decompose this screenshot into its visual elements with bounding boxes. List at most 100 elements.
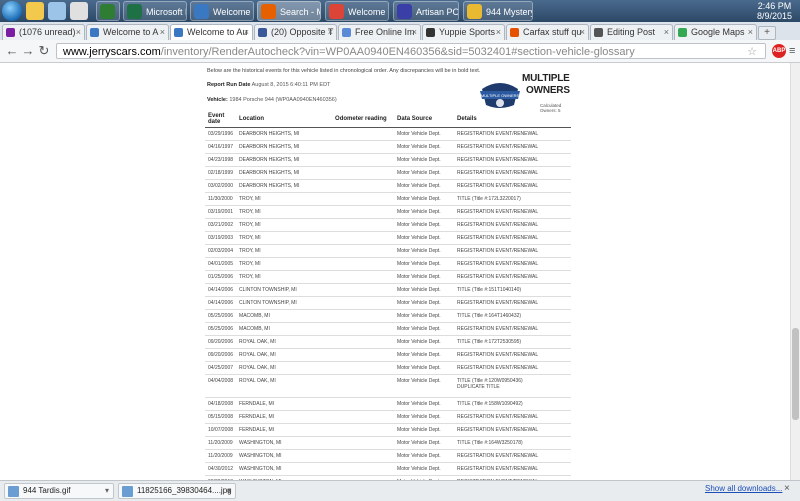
cell-data-source-text: Motor Vehicle Dept. — [397, 414, 441, 420]
new-tab-button[interactable]: + — [758, 26, 776, 40]
taskbar-button[interactable]: Artisan POS Delux... — [393, 1, 459, 21]
cell-odometer — [332, 449, 395, 463]
cell-event-date-text: 03/19/2001 — [208, 209, 234, 215]
cell-location-text: MACOMB, MI — [239, 326, 270, 332]
cell-location-text: WASHINGTON, MI — [239, 466, 282, 472]
tab-close-icon[interactable]: × — [76, 25, 81, 40]
cell-location: MACOMB, MI — [236, 309, 333, 323]
clock-time: 2:46 PM — [757, 1, 792, 11]
cell-event-date-text: 04/14/2006 — [208, 287, 234, 293]
cell-event-date-text: 04/01/2005 — [208, 261, 234, 267]
adblock-icon[interactable]: ABP — [772, 44, 786, 58]
address-bar[interactable]: www.jerryscars.com/inventory/RenderAutoc… — [56, 43, 766, 59]
media-icon[interactable] — [70, 2, 88, 20]
download-item[interactable]: 944 Tardis.gif ▾ — [4, 483, 114, 499]
reload-icon[interactable]: ↻ — [36, 43, 52, 59]
cell-odometer — [332, 436, 395, 450]
cell-event-date-text: 01/25/2006 — [208, 274, 234, 280]
cell-details-text: REGISTRATION EVENT/RENEWAL — [457, 248, 539, 254]
table-row: 04/16/1997 DEARBORN HEIGHTS, MI Motor Vehi… — [205, 140, 571, 154]
cell-location: TROY, MI — [236, 205, 333, 219]
start-button[interactable] — [2, 1, 22, 21]
tab-label: Yuppie Sports — [439, 27, 496, 37]
cell-data-source: Motor Vehicle Dept. — [394, 335, 455, 349]
cell-data-source: Motor Vehicle Dept. — [394, 423, 455, 437]
shield-label: MULTIPLE OWNERS — [481, 93, 520, 98]
taskbar-button[interactable]: Search - Mozilla F... — [257, 1, 321, 21]
cell-data-source: Motor Vehicle Dept. — [394, 436, 455, 450]
browser-tab[interactable]: Yuppie Sports × — [422, 24, 505, 40]
tab-close-icon[interactable]: × — [328, 25, 333, 40]
vehicle-info: Vehicle: 1984 Porsche 944 (WP0AA0940EN46… — [207, 97, 337, 103]
browser-tab[interactable]: Free Online Im × — [338, 24, 421, 40]
tab-close-icon[interactable]: × — [748, 25, 753, 40]
download-item[interactable]: 11825166_39830464....jpg ▾ — [118, 483, 236, 499]
cell-data-source: Motor Vehicle Dept. — [394, 205, 455, 219]
taskbar-button-label: 944 Mystery - Paint — [486, 7, 533, 17]
cell-data-source-text: Motor Vehicle Dept. — [397, 196, 441, 202]
tab-close-icon[interactable]: × — [496, 25, 501, 40]
chevron-down-icon[interactable]: ▾ — [227, 484, 231, 498]
browser-tab[interactable]: Editing Post × — [590, 24, 673, 40]
cell-odometer — [332, 127, 395, 141]
browser-tab[interactable]: (20) Opposite T × — [254, 24, 337, 40]
taskbar-button[interactable]: Microsoft Excel n... — [123, 1, 187, 21]
show-all-downloads-link[interactable]: Show all downloads... — [705, 484, 782, 493]
cell-details: REGISTRATION EVENT/RENEWAL — [454, 140, 571, 154]
cell-details: REGISTRATION EVENT/RENEWAL — [454, 270, 571, 284]
cell-data-source-text: Motor Vehicle Dept. — [397, 274, 441, 280]
vertical-scrollbar[interactable] — [790, 63, 800, 480]
cell-location-text: ROYAL OAK, MI — [239, 339, 276, 345]
cell-odometer — [332, 462, 395, 476]
cell-event-date-text: 04/04/2008 — [208, 378, 234, 384]
cell-event-date-text: 04/23/1998 — [208, 157, 234, 163]
bookmark-star-icon[interactable]: ☆ — [747, 44, 757, 60]
browser-tab[interactable]: Google Maps × — [674, 24, 757, 40]
chevron-down-icon[interactable]: ▾ — [105, 484, 109, 498]
cell-data-source-text: Motor Vehicle Dept. — [397, 401, 441, 407]
browser-tab[interactable]: Welcome to A × — [86, 24, 169, 40]
browser-tab[interactable]: Welcome to Au × — [170, 24, 253, 40]
scrollbar-thumb[interactable] — [792, 328, 799, 420]
app-icon — [397, 4, 412, 19]
tab-close-icon[interactable]: × — [580, 25, 585, 40]
taskbar-button[interactable]: Welcome to Auto... — [325, 1, 389, 21]
cell-data-source-text: Motor Vehicle Dept. — [397, 170, 441, 176]
tab-close-icon[interactable]: × — [412, 25, 417, 40]
menu-icon[interactable]: ≡ — [789, 44, 798, 58]
back-icon[interactable]: ← — [4, 43, 20, 59]
forward-icon[interactable]: → — [20, 43, 36, 59]
cell-location-text: CLINTON TOWNSHIP, MI — [239, 287, 297, 293]
tab-close-icon[interactable]: × — [664, 25, 669, 40]
cell-event-date: 03/21/2002 — [205, 218, 237, 232]
cell-details: REGISTRATION EVENT/RENEWAL — [454, 179, 571, 193]
cell-event-date: 03/19/2001 — [205, 205, 237, 219]
taskbar-button[interactable]: 944 Mystery - Paint — [463, 1, 533, 21]
close-icon[interactable]: × — [784, 483, 790, 494]
tab-close-icon[interactable]: × — [160, 25, 165, 40]
cell-location-text: TROY, MI — [239, 196, 261, 202]
cell-details: REGISTRATION EVENT/RENEWAL — [454, 361, 571, 375]
browser-tab[interactable]: Carfax stuff qu × — [506, 24, 589, 40]
table-row: 10/07/2008 FERNDALE, MI Motor Vehicle Dept… — [205, 423, 571, 437]
cell-data-source-text: Motor Vehicle Dept. — [397, 209, 441, 215]
cell-data-source: Motor Vehicle Dept. — [394, 322, 455, 336]
cell-data-source-text: Motor Vehicle Dept. — [397, 235, 441, 241]
clock[interactable]: 2:46 PM 8/9/2015 — [757, 1, 792, 21]
owners-shield-icon: MULTIPLE OWNERS — [480, 83, 520, 108]
col-location: Location — [236, 110, 333, 128]
vehicle-value: 1984 Porsche 944 (WP0AA0940EN460356) — [229, 97, 337, 103]
col-details: Details — [454, 110, 571, 128]
cell-event-date: 04/04/2008 — [205, 374, 237, 398]
browser-tab[interactable]: (1076 unread) × — [2, 24, 85, 40]
cell-location-text: DEARBORN HEIGHTS, MI — [239, 144, 300, 150]
taskbar-button[interactable] — [96, 1, 120, 21]
explorer-icon[interactable] — [26, 2, 44, 20]
desktop-icon[interactable] — [48, 2, 66, 20]
cell-odometer — [332, 423, 395, 437]
taskbar-button[interactable]: Welcome to Au... — [190, 1, 254, 21]
cell-event-date: 11/30/2000 — [205, 192, 237, 206]
cell-data-source-text: Motor Vehicle Dept. — [397, 339, 441, 345]
cell-event-date: 04/30/2012 — [205, 462, 237, 476]
tab-close-icon[interactable]: × — [244, 25, 249, 40]
